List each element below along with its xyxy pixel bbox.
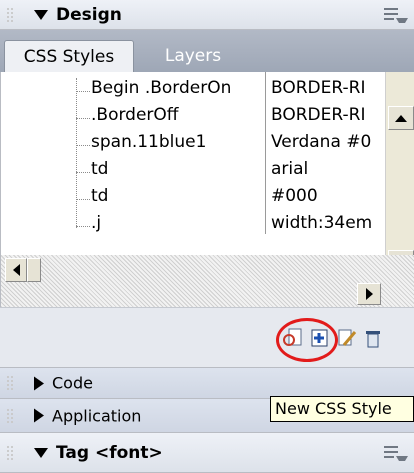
list-item[interactable]: td arial (1, 159, 385, 186)
style-value: #000 (271, 186, 318, 206)
panel-gripper[interactable] (6, 6, 14, 23)
panel-title: Tag <font> (56, 442, 163, 463)
list-item[interactable]: Begin .BorderOn BORDER-RI (1, 78, 385, 105)
list-item[interactable]: td #000 (1, 186, 385, 213)
highlight-circle (276, 318, 338, 362)
style-name: td (91, 159, 109, 179)
css-styles-list: Begin .BorderOn BORDER-RI .BorderOff BOR… (0, 72, 414, 277)
style-value: arial (271, 159, 309, 179)
tooltip-text: New CSS Style (275, 399, 392, 418)
arrow-right-icon (365, 288, 373, 300)
edit-style-icon[interactable] (336, 327, 358, 349)
style-value: BORDER-RI (271, 105, 366, 125)
style-value: BORDER-RI (271, 78, 366, 98)
arrow-left-icon (12, 264, 20, 276)
horizontal-scrollbar[interactable] (0, 255, 414, 307)
collapse-triangle-icon[interactable] (34, 9, 48, 20)
panel-menu-icon[interactable] (384, 6, 408, 24)
tag-panel-header[interactable]: Tag <font> (0, 432, 414, 473)
tab-css-styles[interactable]: CSS Styles (4, 40, 134, 72)
list-item[interactable]: span.11blue1 Verdana #0 (1, 132, 385, 159)
style-value: width:34em (271, 213, 373, 233)
style-name: Begin .BorderOn (91, 78, 232, 98)
panel-gripper[interactable] (6, 375, 14, 391)
tooltip: New CSS Style (270, 396, 414, 422)
code-panel-header[interactable]: Code (0, 367, 414, 398)
panel-title: Design (56, 4, 122, 25)
scroll-up-button[interactable] (388, 106, 414, 130)
style-name: td (91, 186, 109, 206)
tab-bar: CSS Styles Layers (0, 30, 414, 72)
style-name: .BorderOff (91, 105, 179, 125)
tab-layers[interactable]: Layers (138, 40, 248, 72)
style-name: .j (91, 213, 102, 233)
panel-gripper[interactable] (6, 444, 14, 461)
style-value: Verdana #0 (271, 132, 372, 152)
scroll-left-button[interactable] (5, 258, 27, 282)
style-name: span.11blue1 (91, 132, 207, 152)
list-item[interactable]: .j width:34em (1, 213, 385, 240)
scroll-thumb[interactable] (27, 258, 41, 282)
scroll-right-button[interactable] (357, 283, 381, 305)
tab-label: Layers (164, 46, 222, 66)
panel-title: Application (52, 406, 142, 425)
panel-menu-icon[interactable] (384, 444, 408, 462)
vertical-scrollbar[interactable] (385, 72, 414, 277)
tab-label: CSS Styles (23, 46, 115, 67)
arrow-up-icon (395, 114, 407, 122)
panel-title: Code (52, 373, 93, 393)
list-item[interactable]: .BorderOff BORDER-RI (1, 105, 385, 132)
delete-style-icon[interactable] (362, 327, 384, 349)
expand-triangle-icon[interactable] (34, 408, 44, 423)
styles-toolbar (0, 307, 414, 367)
design-panel-header[interactable]: Design (0, 0, 414, 30)
collapse-triangle-icon[interactable] (34, 447, 48, 458)
panel-gripper[interactable] (6, 407, 14, 424)
expand-triangle-icon[interactable] (34, 376, 44, 390)
